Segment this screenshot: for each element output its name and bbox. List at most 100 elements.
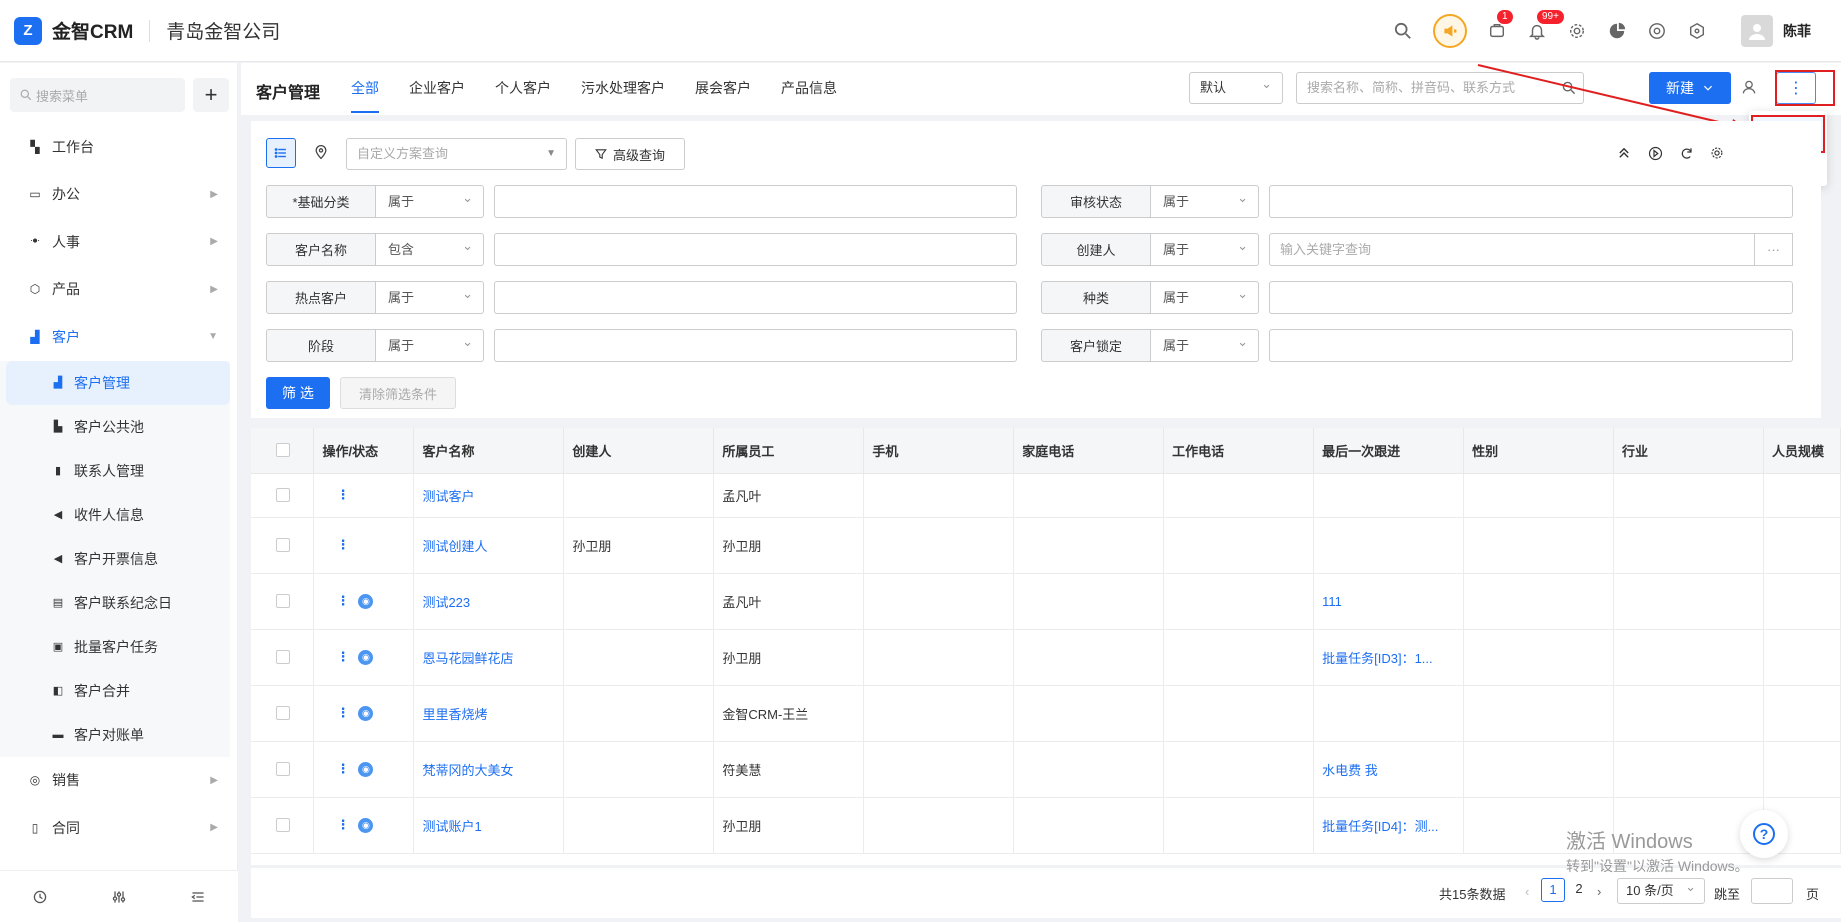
table-row[interactable]: ⋮ 测试创建人 孙卫朋 孙卫朋 — [251, 517, 1841, 574]
column-header[interactable]: 行业 — [1613, 428, 1764, 474]
filter-value-input[interactable] — [494, 281, 1017, 314]
column-header[interactable]: 家庭电话 — [1013, 428, 1165, 474]
tab-sewage[interactable]: 污水处理客户 — [566, 63, 680, 113]
filter-operator-select[interactable]: 属于 — [1151, 182, 1259, 218]
row-menu-icon[interactable]: ⋮ — [336, 593, 349, 609]
filter-button[interactable]: 筛 选 — [266, 377, 330, 409]
page-2-button[interactable]: 2 — [1567, 878, 1591, 902]
customer-name-cell[interactable]: 梵蒂冈的大美女 — [413, 741, 565, 798]
row-checkbox[interactable] — [276, 650, 290, 664]
customer-search-input[interactable]: 搜索名称、简称、拼音码、联系方式 — [1296, 72, 1555, 104]
announcement-speaker-icon[interactable] — [1433, 14, 1467, 48]
filter-operator-select[interactable]: 属于 — [376, 326, 484, 362]
row-checkbox[interactable] — [276, 538, 290, 552]
table-row[interactable]: ⋮ ◉ 测试223 孟凡叶 111 — [251, 573, 1841, 630]
filter-value-input[interactable] — [1269, 281, 1793, 314]
last-followup-cell[interactable] — [1313, 685, 1465, 742]
row-menu-icon[interactable]: ⋮ — [336, 705, 349, 721]
cube-icon[interactable] — [1685, 19, 1709, 43]
customer-name-cell[interactable]: 测试客户 — [413, 473, 565, 518]
tab-personal[interactable]: 个人客户 — [480, 63, 566, 113]
collapse-up-icon[interactable] — [1616, 145, 1632, 161]
filter-operator-select[interactable]: 包含 — [376, 230, 484, 266]
sidebar-item-product[interactable]: ⬡ 产品 ▶ — [0, 266, 238, 314]
last-followup-cell[interactable] — [1313, 517, 1465, 574]
filter-operator-select[interactable]: 属于 — [1151, 326, 1259, 362]
filter-value-input[interactable] — [494, 329, 1017, 362]
custom-plan-select[interactable]: 自定义方案查询 — [346, 138, 567, 170]
sidebar-item-hr[interactable]: ꔹ 人事 ▶ — [0, 218, 238, 266]
table-row[interactable]: ⋮ ◉ 恩马花园鲜花店 孙卫朋 批量任务[ID3]：1... — [251, 629, 1841, 686]
sidebar-item-workbench[interactable]: ▚ 工作台 — [0, 123, 238, 171]
customer-name-cell[interactable]: 恩马花园鲜花店 — [413, 629, 565, 686]
column-header[interactable]: 操作/状态 — [313, 428, 415, 474]
menu-search-input[interactable]: 搜索菜单 — [10, 78, 185, 112]
sidebar-item-contract[interactable]: ▯ 合同 ▶ — [0, 804, 238, 852]
clear-filter-button[interactable]: 清除筛选条件 — [340, 377, 456, 409]
sidebar-subitem-merge[interactable]: ◧ 客户合并 — [0, 669, 230, 713]
chrome-icon[interactable] — [1645, 19, 1669, 43]
column-header[interactable]: 最后一次跟进 — [1313, 428, 1465, 474]
filter-value-input[interactable] — [1269, 185, 1793, 218]
new-button[interactable]: 新建 — [1649, 72, 1731, 104]
table-row[interactable]: ⋮ 测试客户 孟凡叶 — [251, 473, 1841, 518]
filter-operator-select[interactable]: 属于 — [376, 278, 484, 314]
more-options-button[interactable]: ··· — [1755, 233, 1793, 266]
search-icon[interactable] — [1391, 19, 1415, 43]
customer-name-cell[interactable]: 测试223 — [413, 573, 565, 630]
filter-operator-select[interactable]: 属于 — [1151, 278, 1259, 314]
last-followup-cell[interactable]: 批量任务[ID4]：测... — [1313, 797, 1465, 854]
last-followup-cell[interactable]: 批量任务[ID3]：1... — [1313, 629, 1465, 686]
filter-operator-select[interactable]: 属于 — [376, 182, 484, 218]
filter-value-input[interactable] — [1269, 329, 1793, 362]
add-menu-button[interactable]: + — [193, 78, 229, 112]
next-page-icon[interactable]: › — [1597, 884, 1601, 899]
prev-page-icon[interactable]: ‹ — [1525, 884, 1529, 899]
sidebar-subitem-statement[interactable]: ▬ 客户对账单 — [0, 713, 230, 757]
row-checkbox[interactable] — [276, 818, 290, 832]
row-checkbox[interactable] — [276, 594, 290, 608]
tab-product-info[interactable]: 产品信息 — [766, 63, 852, 113]
tab-exhibition[interactable]: 展会客户 — [680, 63, 766, 113]
select-all-checkbox[interactable] — [276, 443, 290, 458]
column-header[interactable]: 创建人 — [563, 428, 715, 474]
sidebar-subitem-public-pool[interactable]: ▙ 客户公共池 — [0, 405, 230, 449]
column-header[interactable]: 客户名称 — [413, 428, 565, 474]
advanced-query-button[interactable]: 高级查询 — [575, 138, 685, 170]
customer-name-cell[interactable]: 测试创建人 — [413, 517, 565, 574]
column-header[interactable]: 手机 — [863, 428, 1015, 474]
jump-page-input[interactable] — [1751, 878, 1793, 904]
column-header[interactable]: 性别 — [1463, 428, 1615, 474]
column-header[interactable]: 所属员工 — [713, 428, 865, 474]
list-view-toggle[interactable] — [266, 138, 296, 168]
brand-logo[interactable]: Z 金智CRM — [14, 16, 133, 45]
search-button[interactable] — [1554, 72, 1584, 104]
row-menu-icon[interactable]: ⋮ — [336, 761, 349, 777]
play-circle-icon[interactable] — [1647, 145, 1663, 161]
row-checkbox[interactable] — [276, 706, 290, 720]
settings-icon[interactable] — [1709, 145, 1725, 161]
help-button[interactable]: ? — [1740, 810, 1788, 858]
sidebar-subitem-invoice[interactable]: ◀ 客户开票信息 — [0, 537, 230, 581]
row-menu-icon[interactable]: ⋮ — [336, 487, 349, 503]
tab-all[interactable]: 全部 — [336, 63, 394, 113]
message-icon[interactable]: 1 — [1485, 10, 1513, 43]
gear-icon[interactable] — [1565, 19, 1589, 43]
history-icon[interactable] — [30, 887, 50, 907]
sidebar-item-office[interactable]: ▭ 办公 ▶ — [0, 171, 238, 219]
tab-enterprise[interactable]: 企业客户 — [394, 63, 480, 113]
view-select[interactable]: 默认 — [1189, 69, 1283, 104]
sidebar-subitem-customer-management[interactable]: ▟ 客户管理 — [6, 360, 230, 405]
bell-icon[interactable]: 99+ — [1525, 10, 1564, 43]
sidebar-subitem-contacts[interactable]: ▮ 联系人管理 — [0, 449, 230, 493]
table-row[interactable]: ⋮ ◉ 梵蒂冈的大美女 符美慧 水电费 我 — [251, 741, 1841, 798]
page-1-button[interactable]: 1 — [1541, 878, 1565, 902]
column-header[interactable]: 工作电话 — [1163, 428, 1315, 474]
sidebar-subitem-recipients[interactable]: ◀ 收件人信息 — [0, 493, 230, 537]
refresh-icon[interactable] — [1678, 145, 1694, 161]
location-pin-icon[interactable] — [313, 144, 329, 160]
last-followup-cell[interactable]: 111 — [1313, 573, 1465, 630]
row-menu-icon[interactable]: ⋮ — [336, 649, 349, 665]
filter-operator-select[interactable]: 属于 — [1151, 230, 1259, 266]
pie-chart-icon[interactable] — [1605, 19, 1629, 43]
